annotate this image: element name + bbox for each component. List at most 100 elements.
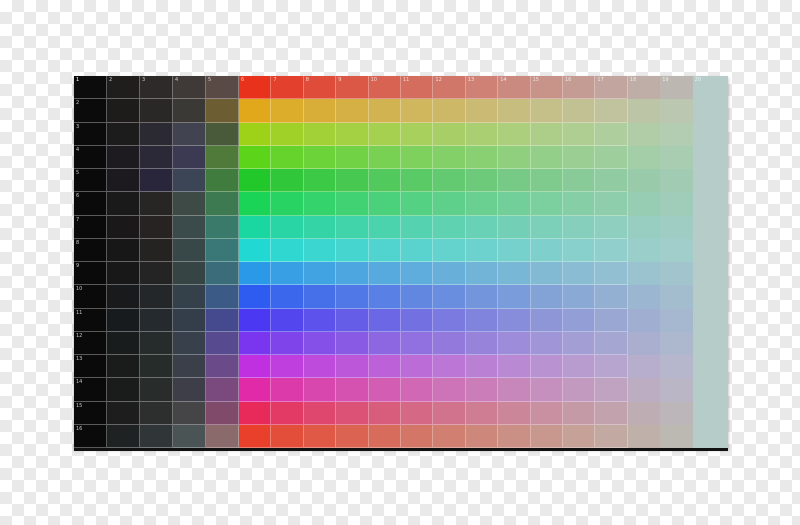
color-patch: [401, 331, 434, 355]
color-patch: [595, 192, 628, 216]
color-patch: [563, 308, 596, 332]
color-patch: [465, 238, 499, 262]
color-patch: [336, 424, 369, 448]
color-patch: [692, 308, 728, 332]
color-patch: [368, 99, 401, 123]
color-patch: [627, 331, 661, 355]
color-patch: [627, 424, 661, 448]
row-number-label: 8: [76, 239, 80, 246]
color-patch: [660, 285, 693, 309]
column-number-label: 13: [467, 77, 475, 83]
column-number-label: 12: [435, 77, 442, 83]
color-patch: [465, 262, 499, 286]
color-patch: [692, 262, 728, 286]
color-patch: [692, 169, 728, 193]
column-number-label: 15: [532, 77, 539, 83]
color-patch: [563, 215, 596, 239]
color-patch: [660, 355, 693, 379]
color-patch: [206, 424, 239, 448]
color-patch: [271, 145, 304, 169]
row-number-label: 5: [76, 170, 80, 176]
color-patch: [173, 192, 206, 216]
color-patch: [595, 238, 628, 262]
color-patch: [107, 122, 140, 146]
color-patch: [627, 169, 661, 193]
color-patch: [692, 145, 728, 169]
color-patch: [271, 308, 304, 332]
color-patch: [239, 401, 272, 425]
color-patch: [368, 401, 401, 425]
color-patch: [239, 145, 272, 169]
color-patch: [692, 401, 728, 425]
color-patch: [401, 262, 434, 286]
color-patch: [271, 238, 304, 262]
color-patch: [368, 238, 401, 262]
color-patch: [239, 215, 272, 239]
color-patch: [433, 424, 466, 448]
color-patch: [692, 99, 728, 123]
color-patch: [140, 285, 173, 309]
color-patch: [140, 145, 173, 169]
color-patch: [336, 192, 369, 216]
color-patch: [271, 262, 304, 286]
column-number-label: 4: [175, 77, 179, 83]
color-patch: [140, 331, 173, 355]
color-patch: [206, 99, 239, 123]
color-patch: [595, 99, 628, 123]
color-patch: [173, 215, 206, 239]
color-patch: [530, 262, 563, 286]
color-patch: [173, 378, 206, 402]
color-patch: [465, 192, 499, 216]
color-chart-photo: 1 2 3 4 5 6 7 8 9 10 11 12 13 14 15 16 17 18 19 20 1 2 3 4 5 6 7 8 9…: [74, 76, 728, 451]
color-patch: [401, 378, 434, 402]
row-number-label: 11: [76, 309, 83, 316]
color-patch: [433, 331, 466, 355]
color-patch: [530, 308, 563, 332]
color-patch: [465, 308, 499, 332]
color-patch: [563, 169, 596, 193]
color-patch: [692, 424, 728, 448]
color-patch: [465, 355, 499, 379]
color-patch: [336, 401, 369, 425]
color-patch: [465, 122, 499, 146]
color-patch: [433, 355, 466, 379]
color-patch: [595, 215, 628, 239]
column-number-label: 11: [403, 77, 410, 83]
color-patch: [498, 262, 531, 286]
color-patch: [173, 285, 206, 309]
color-patch: [303, 355, 337, 379]
color-patch: [173, 331, 206, 355]
color-patch: [401, 169, 434, 193]
color-patch: [401, 192, 434, 216]
color-patch: [563, 262, 596, 286]
color-patch: [271, 378, 304, 402]
color-patch: [530, 145, 563, 169]
color-patch: [140, 378, 173, 402]
color-patch: [595, 169, 628, 193]
color-patch: [530, 424, 563, 448]
color-patch: [433, 192, 466, 216]
color-patch: [368, 355, 401, 379]
color-patch: [173, 99, 206, 123]
color-patch: [368, 331, 401, 355]
column-number-label: 3: [142, 77, 146, 83]
color-patch: [173, 238, 206, 262]
color-patch: [595, 308, 628, 332]
color-patch: [140, 401, 173, 425]
color-patch: [303, 99, 337, 123]
color-patch: [336, 169, 369, 193]
color-patch: [336, 355, 369, 379]
color-patch: [692, 122, 728, 146]
color-patch: [271, 355, 304, 379]
color-patch: [498, 238, 531, 262]
color-patch: [401, 424, 434, 448]
color-patch: [336, 285, 369, 309]
color-patch: [303, 424, 337, 448]
color-patch: [303, 145, 337, 169]
color-patch: [107, 378, 140, 402]
color-patch: [140, 215, 173, 239]
color-patch: [498, 401, 531, 425]
color-patch: [107, 331, 140, 355]
column-number-label: 5: [208, 77, 212, 83]
color-patch: [627, 378, 661, 402]
